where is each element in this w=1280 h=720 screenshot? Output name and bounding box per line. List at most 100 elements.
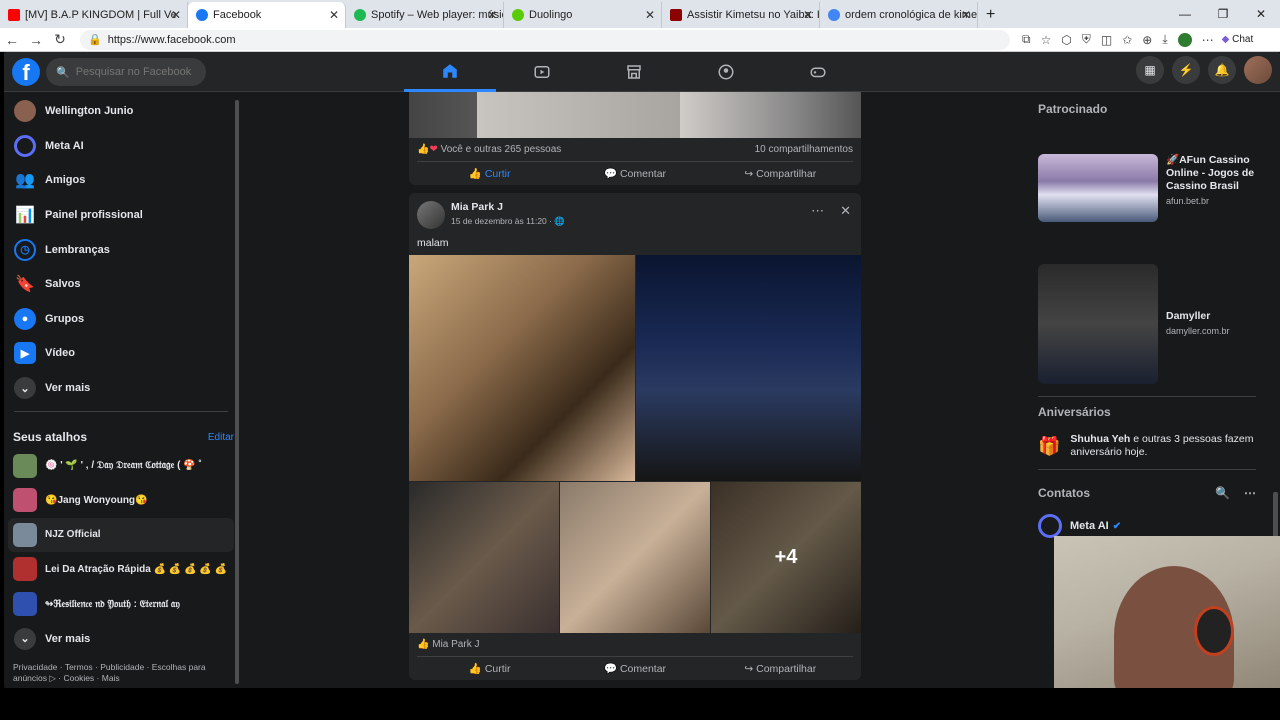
shortcut-item[interactable]: 🍥 ' 🌱 ' , / 𝔇𝔞𝔶 𝔇𝔯𝔢𝔞𝔪 ℭ𝔬𝔱𝔱𝔞𝔤𝔢 ( 🍄 ˚ [4,448,238,483]
right-scrollbar[interactable] [1273,492,1278,542]
webcam-overlay [1054,536,1280,704]
tab-youtube[interactable]: [MV] B.A.P KINGDOM | Full Ve ✕ [0,2,188,28]
sidebar-item-friends[interactable]: 👥 Amigos [4,163,238,198]
sidebar-item-meta-ai[interactable]: Meta AI [4,129,238,164]
search-icon[interactable]: 🔍 [1215,486,1230,500]
restore-icon[interactable]: ❐ [1204,7,1242,21]
share-button[interactable]: ↪ Compartilhar [708,168,853,180]
reaction-summary[interactable]: 👍 Mia Park J [409,633,861,656]
groups-icon: ● [14,307,36,330]
close-icon[interactable]: ✕ [961,8,971,22]
new-tab-button[interactable]: + [978,2,1004,28]
tab-spotify[interactable]: Spotify – Web player: música para✕ [346,2,504,28]
split-screen-icon[interactable]: ◫ [1101,33,1112,47]
account-avatar[interactable] [1244,56,1272,84]
collections-icon[interactable]: ⊕ [1142,33,1152,47]
more-options-icon[interactable]: ⋯ [1244,486,1256,500]
sidebar-item-saved[interactable]: 🔖 Salvos [4,267,238,302]
tab-duolingo[interactable]: Duolingo ✕ [504,2,662,28]
reaction-summary[interactable]: 👍❤ Você e outras 265 pessoas 10 comparti… [409,138,861,161]
menu-button[interactable]: ▦ [1136,56,1164,84]
profile-avatar [14,100,36,123]
comment-button[interactable]: 💬 Comentar [562,167,707,180]
nav-groups[interactable] [680,52,772,92]
sidebar-item-dashboard[interactable]: 📊 Painel profissional [4,198,238,233]
search-box[interactable]: 🔍 [46,58,206,86]
friends-icon: 👥 [15,172,35,190]
previous-post: 👍❤ Você e outras 265 pessoas 10 comparti… [409,92,861,185]
close-window-icon[interactable]: ✕ [1242,7,1280,21]
sidebar-item-memories[interactable]: ◷ Lembranças [4,232,238,267]
close-icon[interactable]: ✕ [803,8,813,22]
more-icon[interactable]: ⋯ [1202,33,1214,47]
shares-count[interactable]: 10 compartilhamentos [755,144,853,155]
close-icon[interactable]: ✕ [645,8,655,22]
shield-icon[interactable]: ⛨ [1082,32,1091,47]
shortcut-item[interactable]: 😘Jang Wonyoung😘 [4,483,238,518]
shortcut-item[interactable]: NJZ Official [8,517,234,553]
forward-icon[interactable]: → [24,32,48,48]
shortcut-item[interactable]: ↬ℜ𝔢𝔰𝔦𝔩𝔦𝔢𝔫𝔠𝔢 𝔫𝔡 𝔜𝔬𝔲𝔱𝔥 : 𝔈𝔱𝔢𝔯𝔫𝔞𝔩 𝔞𝔶 [4,587,238,622]
facebook-logo[interactable]: f [12,58,40,86]
messenger-button[interactable]: ⚡ [1172,56,1200,84]
share-button[interactable]: ↪ Compartilhar [708,663,853,675]
read-mode-icon[interactable]: ⧉ [1022,32,1031,47]
post-date[interactable]: 15 de dezembro às 11:20 · 🌐 [451,216,565,227]
close-icon[interactable]: ✕ [487,8,497,22]
url-field[interactable]: 🔒 https://www.facebook.com [80,29,1010,50]
nav-video[interactable] [496,52,588,92]
ad-item[interactable]: 🚀AFun Cassino Online - Jogos de Cassino … [1032,148,1262,228]
extensions-icon[interactable]: ⬡ [1061,33,1071,47]
shortcuts-see-more[interactable]: ⌄ Ver mais [4,621,238,656]
notifications-button[interactable]: 🔔 [1208,56,1236,84]
photo[interactable] [409,482,559,633]
like-reaction-icon: 👍 [417,144,430,155]
sidebar-item-profile[interactable]: Wellington Junio [4,94,238,129]
favorite-star-icon[interactable]: ☆ [1041,33,1052,47]
close-icon[interactable]: ✕ [329,8,339,22]
minimize-icon[interactable]: — [1166,7,1204,21]
post-author[interactable]: Mia Park J [451,201,565,213]
sidebar-item-video[interactable]: ▶ Vídeo [4,336,238,371]
like-button[interactable]: 👍 Curtir [417,167,562,180]
comment-button[interactable]: 💬 Comentar [562,662,707,675]
ad-item[interactable]: Damyller damyller.com.br [1032,258,1262,390]
more-options-icon[interactable]: ⋯ [811,203,824,219]
share-icon: ↪ [744,662,754,675]
facebook-icon [196,9,208,21]
photo[interactable] [409,255,635,481]
edit-shortcuts-link[interactable]: Editar [208,432,234,443]
footer-links[interactable]: Privacidade · Termos · Publicidade · Esc… [4,656,238,688]
nav-gaming[interactable] [772,52,864,92]
birthday-notice[interactable]: 🎁 Shuhua Yeh e outras 3 pessoas fazem an… [1032,429,1262,463]
author-avatar[interactable] [417,201,445,229]
comment-icon: 💬 [603,168,618,180]
nav-home[interactable] [404,52,496,92]
gaming-icon [810,67,826,78]
shortcut-item[interactable]: Lei Da Atração Rápida 💰 💰 💰 💰 💰 [4,552,238,587]
back-icon[interactable]: ← [0,32,24,48]
photo[interactable] [560,482,710,633]
photo[interactable]: +4 [711,482,861,633]
copilot-chat-button[interactable]: ◆ Chat [1222,34,1254,45]
search-input[interactable] [75,66,196,78]
download-icon[interactable]: ⤓ [1162,32,1167,47]
close-icon[interactable]: ✕ [840,203,851,219]
profile-icon[interactable] [1177,32,1192,47]
sidebar-item-groups[interactable]: ● Grupos [4,302,238,337]
reload-icon[interactable]: ↻ [48,31,72,48]
more-photos-overlay[interactable]: +4 [711,482,861,633]
close-icon[interactable]: ✕ [171,8,181,22]
post-actions: 👍 Curtir 💬 Comentar ↪ Compartilhar [417,161,853,185]
favorites-icon[interactable]: ✩ [1122,33,1132,47]
nav-marketplace[interactable] [588,52,680,92]
left-scrollbar[interactable] [235,100,239,684]
sidebar-see-more[interactable]: ⌄ Ver mais [4,371,238,406]
tab-kimetsu[interactable]: Assistir Kimetsu no Yaiba: Hashira✕ [662,2,820,28]
post-image[interactable] [409,92,861,138]
photo[interactable] [636,255,861,481]
like-button[interactable]: 👍 Curtir [417,662,562,675]
tab-facebook[interactable]: Facebook ✕ [188,2,346,28]
tab-search[interactable]: ordem cronológica de kimetsu no✕ [820,2,978,28]
duolingo-icon [512,9,524,21]
